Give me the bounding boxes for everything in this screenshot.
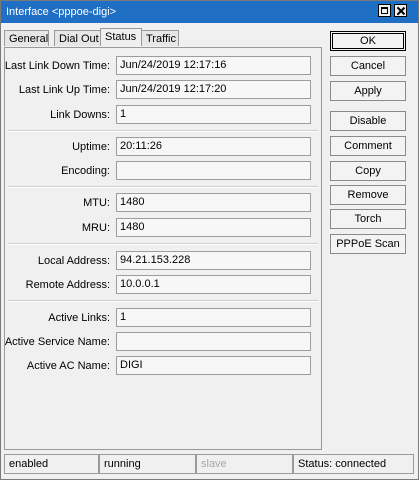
disable-button[interactable]: Disable — [330, 111, 406, 131]
tab-traffic[interactable]: Traffic — [141, 30, 179, 46]
last-link-down-time-field[interactable]: Jun/24/2019 12:17:16 — [116, 56, 311, 75]
remove-button[interactable]: Remove — [330, 185, 406, 205]
active-ac-name-row: Active AC Name: DIGI — [5, 356, 321, 376]
active-service-name-row: Active Service Name: — [5, 332, 321, 352]
last-link-up-time-label: Last Link Up Time: — [18, 84, 110, 96]
link-downs-row: Link Downs: 1 — [5, 105, 321, 125]
last-link-up-time-row: Last Link Up Time: Jun/24/2019 12:17:20 — [5, 80, 321, 100]
mru-label: MRU: — [81, 222, 110, 234]
ok-button[interactable]: OK — [330, 31, 406, 51]
cancel-button[interactable]: Cancel — [330, 56, 406, 76]
connection-status: Status: connected — [293, 454, 414, 474]
link-downs-label: Link Downs: — [50, 109, 110, 121]
maximize-icon[interactable] — [378, 4, 391, 17]
interface-window: Interface <pppoe-digi> General Dial Out … — [0, 0, 419, 480]
active-service-name-field[interactable] — [116, 332, 311, 351]
comment-button[interactable]: Comment — [330, 136, 406, 156]
uptime-row: Uptime: 20:11:26 — [5, 137, 321, 157]
tab-general[interactable]: General — [4, 30, 49, 46]
local-address-row: Local Address: 94.21.153.228 — [5, 251, 321, 271]
remote-address-field[interactable]: 10.0.0.1 — [116, 275, 311, 294]
active-links-row: Active Links: 1 — [5, 308, 321, 328]
active-ac-name-label: Active AC Name: — [26, 360, 110, 372]
encoding-row: Encoding: — [5, 161, 321, 181]
encoding-field[interactable] — [116, 161, 311, 180]
mtu-row: MTU: 1480 — [5, 193, 321, 213]
status-panel: Last Link Down Time: Jun/24/2019 12:17:1… — [4, 47, 322, 450]
uptime-label: Uptime: — [72, 141, 110, 153]
close-icon[interactable] — [394, 4, 407, 17]
torch-button[interactable]: Torch — [330, 209, 406, 229]
active-links-label: Active Links: — [48, 312, 110, 324]
active-service-name-label: Active Service Name: — [4, 336, 110, 348]
apply-button[interactable]: Apply — [330, 81, 406, 101]
divider — [8, 243, 318, 245]
divider — [8, 130, 318, 132]
enabled-status: enabled — [4, 454, 99, 474]
encoding-label: Encoding: — [61, 165, 110, 177]
mtu-field[interactable]: 1480 — [116, 193, 311, 212]
copy-button[interactable]: Copy — [330, 161, 406, 181]
active-ac-name-field[interactable]: DIGI — [116, 356, 311, 375]
status-bar: enabled running slave Status: connected — [1, 454, 418, 478]
local-address-label: Local Address: — [37, 255, 110, 267]
link-downs-field[interactable]: 1 — [116, 105, 311, 124]
mru-field[interactable]: 1480 — [116, 218, 311, 237]
active-links-field[interactable]: 1 — [116, 308, 311, 327]
mtu-label: MTU: — [83, 197, 110, 209]
last-link-down-time-row: Last Link Down Time: Jun/24/2019 12:17:1… — [5, 56, 321, 76]
window-title: Interface <pppoe-digi> — [6, 6, 117, 18]
pppoe-scan-button[interactable]: PPPoE Scan — [330, 234, 406, 254]
divider — [8, 186, 318, 188]
running-status: running — [99, 454, 196, 474]
title-bar[interactable]: Interface <pppoe-digi> — [1, 1, 418, 23]
local-address-field[interactable]: 94.21.153.228 — [116, 251, 311, 270]
tab-status[interactable]: Status — [100, 28, 142, 46]
last-link-up-time-field[interactable]: Jun/24/2019 12:17:20 — [116, 80, 311, 99]
uptime-field[interactable]: 20:11:26 — [116, 137, 311, 156]
remote-address-row: Remote Address: 10.0.0.1 — [5, 275, 321, 295]
tab-dial-out[interactable]: Dial Out — [54, 30, 101, 46]
slave-status: slave — [196, 454, 293, 474]
last-link-down-time-label: Last Link Down Time: — [4, 60, 110, 72]
mru-row: MRU: 1480 — [5, 218, 321, 238]
divider — [8, 300, 318, 302]
remote-address-label: Remote Address: — [25, 279, 110, 291]
